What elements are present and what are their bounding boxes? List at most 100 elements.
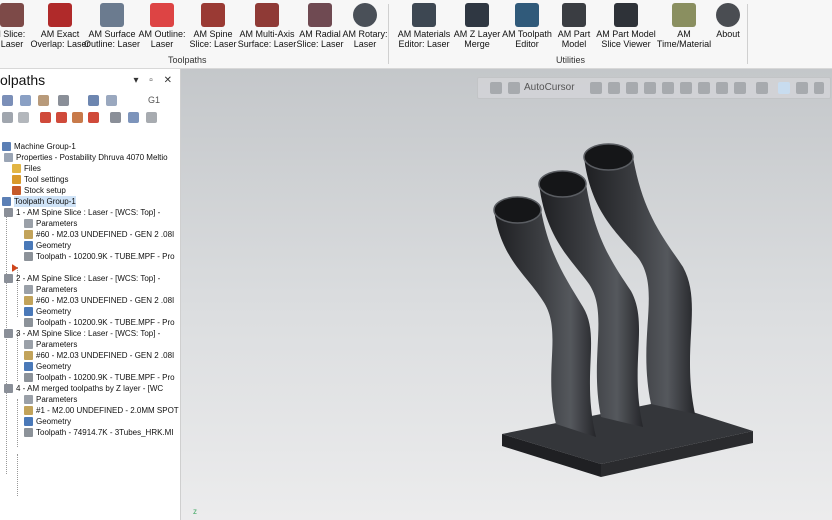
ribbon-button-0[interactable]: l Slice: Laser	[0, 0, 32, 52]
graphics-viewport[interactable]: AutoCursor z	[181, 69, 832, 520]
select-dirty-icon[interactable]	[20, 95, 31, 106]
panel-window-controls[interactable]: ▾ ▫ ✕	[134, 75, 177, 86]
tree-guide-line	[6, 209, 7, 474]
radial-slice-icon	[308, 3, 332, 27]
ribbon-button-label: AM Part Model	[557, 29, 591, 49]
tree-node-label: Toolpath - 74914.7K - 3Tubes_HRK.MI	[36, 428, 174, 437]
toolpath-editor-icon	[515, 3, 539, 27]
tree-node[interactable]: Geometry	[24, 416, 71, 427]
tree-node[interactable]: Machine Group-1	[2, 141, 76, 152]
tree-node[interactable]: Geometry	[24, 306, 71, 317]
ribbon-button-12[interactable]: AM Part Model Slice Viewer	[596, 0, 656, 52]
backplot-icon[interactable]	[88, 95, 99, 106]
regenerate-icon[interactable]	[38, 95, 49, 106]
toolpath-file-icon	[24, 373, 33, 382]
tree-node[interactable]: Toolpath - 10200.9K - TUBE.MPF - Pro	[24, 251, 175, 262]
ribbon-button-label: AM Multi-Axis Surface: Laser	[237, 29, 297, 49]
move-insert-icon[interactable]	[88, 112, 99, 123]
tree-node[interactable]: 4 - AM merged toolpaths by Z layer - [WC	[4, 383, 163, 394]
ribbon-button-7[interactable]: AM Rotary: Laser	[342, 0, 388, 52]
toggle-display-icon[interactable]	[110, 112, 121, 123]
ribbon-button-10[interactable]: AM Toolpath Editor	[502, 0, 552, 52]
post-icon[interactable]	[18, 112, 29, 123]
ribbon-button-14[interactable]: About	[712, 0, 744, 52]
ribbon-button-11[interactable]: AM Part Model	[552, 0, 596, 52]
g1-button[interactable]: G1	[148, 95, 160, 105]
stock-setup-icon	[12, 186, 21, 195]
tree-node[interactable]: Parameters	[24, 394, 77, 405]
ribbon-button-2[interactable]: AM Surface Outline: Laser	[84, 0, 140, 52]
tree-node[interactable]: #1 - M2.00 UNDEFINED - 2.0MM SPOT	[24, 405, 179, 416]
tree-node-label: Parameters	[36, 395, 78, 404]
tree-node-label: Parameters	[36, 219, 78, 228]
tree-node[interactable]: Stock setup	[12, 185, 66, 196]
toggle-posting-icon[interactable]	[128, 112, 139, 123]
ribbon-button-6[interactable]: AM Radial Slice: Laser	[296, 0, 344, 52]
ribbon-button-9[interactable]: AM Z Layer Merge	[452, 0, 502, 52]
tree-node[interactable]: Parameters	[24, 218, 77, 229]
tree-node[interactable]: 1 - AM Spine Slice : Laser - [WCS: Top] …	[4, 207, 160, 218]
tree-node[interactable]: Files	[12, 163, 41, 174]
tree-node-label: Parameters	[36, 285, 78, 294]
tree-node[interactable]: Geometry	[24, 240, 71, 251]
ribbon-button-label: AM Toolpath Editor	[502, 29, 552, 49]
tree-node-label: Tool settings	[24, 175, 69, 184]
regenerate-dirty-icon[interactable]	[58, 95, 69, 106]
folder-icon	[12, 164, 21, 173]
move-down-icon[interactable]	[40, 112, 51, 123]
toolpath-file-icon	[24, 428, 33, 437]
tree-node[interactable]: 3 - AM Spine Slice : Laser - [WCS: Top] …	[4, 328, 160, 339]
ribbon-button-3[interactable]: AM Outline: Laser	[138, 0, 186, 52]
machine-group-icon	[2, 142, 11, 151]
operation-icon	[4, 274, 13, 283]
tree-node[interactable]: Parameters	[24, 284, 77, 295]
tree-node[interactable]: Toolpath - 74914.7K - 3Tubes_HRK.MI	[24, 427, 174, 438]
axis-indicator: z	[193, 507, 197, 516]
multi-axis-icon	[255, 3, 279, 27]
tree-node[interactable]: Tool settings	[12, 174, 68, 185]
geometry-icon	[24, 362, 33, 371]
outline-icon	[150, 3, 174, 27]
insert-arrow-icon[interactable]	[72, 112, 83, 123]
ribbon-button-8[interactable]: AM Materials Editor: Laser	[396, 0, 452, 52]
tool-settings-icon	[12, 175, 21, 184]
tree-node-label: #1 - M2.00 UNDEFINED - 2.0MM SPOT	[36, 406, 179, 415]
tree-node[interactable]: 2 - AM Spine Slice : Laser - [WCS: Top] …	[4, 273, 160, 284]
ribbon-button-label: AM Radial Slice: Laser	[296, 29, 344, 49]
tree-node[interactable]: #60 - M2.03 UNDEFINED - GEN 2 .08I	[24, 229, 174, 240]
toolpath-file-icon	[24, 252, 33, 261]
tree-node[interactable]: Toolpath - 10200.9K - TUBE.MPF - Pro	[24, 317, 175, 328]
ribbon-button-5[interactable]: AM Multi-Axis Surface: Laser	[236, 0, 298, 52]
lock-icon[interactable]	[2, 112, 13, 123]
tree-node[interactable]: #60 - M2.03 UNDEFINED - GEN 2 .08I	[24, 295, 174, 306]
rotary-icon	[353, 3, 377, 27]
move-up-icon[interactable]	[56, 112, 67, 123]
tree-node[interactable]: Toolpath Group-1	[2, 196, 76, 207]
tree-node[interactable]: Geometry	[24, 361, 71, 372]
tree-node-label: #60 - M2.03 UNDEFINED - GEN 2 .08I	[36, 351, 175, 360]
tree-node[interactable]: #60 - M2.03 UNDEFINED - GEN 2 .08I	[24, 350, 174, 361]
only-display-icon[interactable]	[146, 112, 157, 123]
operation-icon	[4, 329, 13, 338]
insert-arrow-icon	[12, 263, 18, 272]
select-all-icon[interactable]	[2, 95, 13, 106]
ribbon: l Slice: LaserAM Exact Overlap: LaserAM …	[0, 0, 832, 69]
tree-node[interactable]	[12, 262, 21, 273]
tree-guide-line	[17, 333, 18, 381]
ribbon-button-label: AM Spine Slice: Laser	[189, 29, 237, 49]
tree-node-label: Toolpath - 10200.9K - TUBE.MPF - Pro	[36, 373, 175, 382]
slice-viewer-icon	[614, 3, 638, 27]
tree-node-label: 4 - AM merged toolpaths by Z layer - [WC	[16, 384, 164, 393]
tree-node[interactable]: Properties - Postability Dhruva 4070 Mel…	[4, 152, 168, 163]
tree-node-label: 2 - AM Spine Slice : Laser - [WCS: Top] …	[16, 274, 161, 283]
tree-node[interactable]: Toolpath - 10200.9K - TUBE.MPF - Pro	[24, 372, 175, 383]
verify-icon[interactable]	[106, 95, 117, 106]
tree-node-label: Geometry	[36, 417, 72, 426]
ribbon-button-1[interactable]: AM Exact Overlap: Laser	[30, 0, 90, 52]
ribbon-button-4[interactable]: AM Spine Slice: Laser	[189, 0, 237, 52]
toolpaths-group-label: Toolpaths	[168, 55, 207, 65]
panel-toolbar-row-1: G1	[0, 93, 180, 109]
ribbon-button-13[interactable]: AM Time/Material	[656, 0, 712, 52]
tree-node[interactable]: Parameters	[24, 339, 77, 350]
group-separator	[388, 4, 389, 64]
